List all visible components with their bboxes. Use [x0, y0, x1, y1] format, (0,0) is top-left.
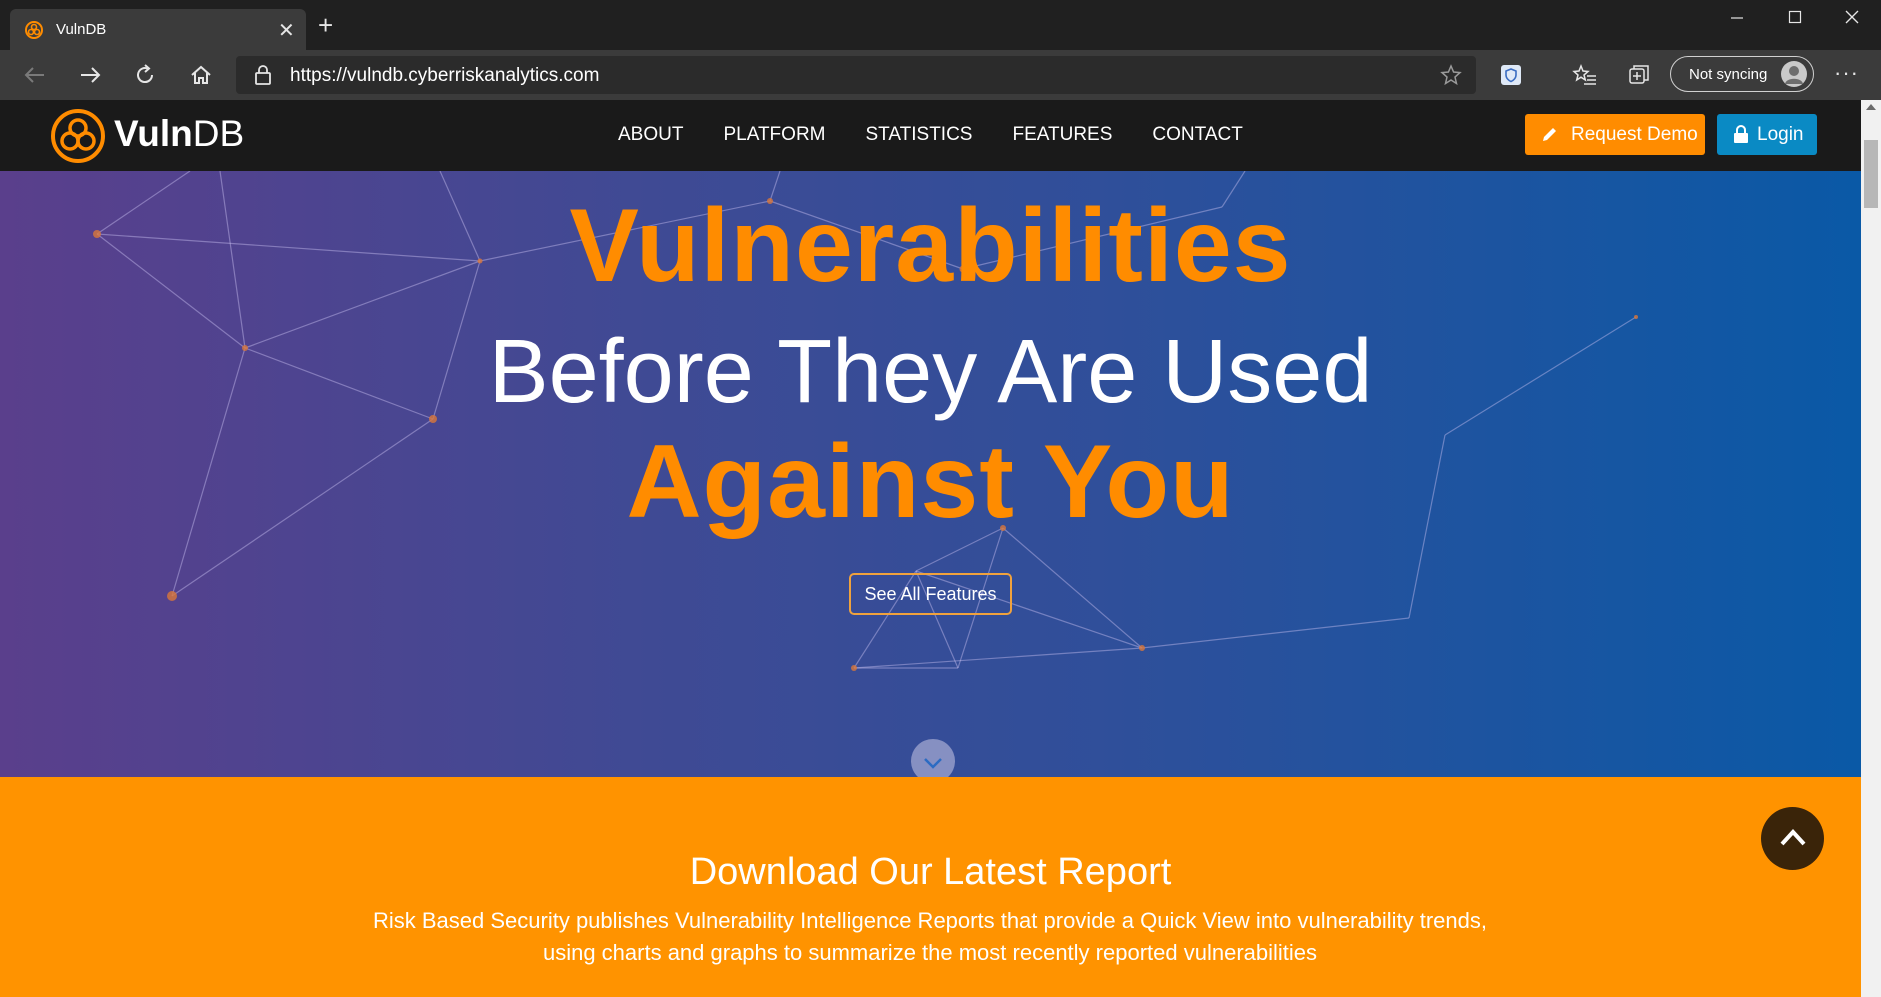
pencil-icon — [1543, 128, 1556, 141]
home-icon[interactable] — [188, 62, 214, 88]
site-logo-text[interactable]: VulnDB — [114, 113, 244, 155]
nav-about[interactable]: ABOUT — [618, 124, 683, 146]
maximize-icon[interactable] — [1780, 8, 1810, 32]
browser-tab[interactable]: VulnDB ✕ — [10, 9, 306, 50]
scroll-down-button[interactable] — [911, 739, 955, 777]
lock-icon — [1734, 125, 1748, 143]
browser-tab-bar: VulnDB ✕ + — [0, 0, 1881, 50]
hero-headline-against: Against You — [626, 424, 1235, 540]
login-label: Login — [1757, 124, 1804, 145]
tab-title: VulnDB — [56, 21, 107, 38]
sync-profile-button[interactable]: Not syncing — [1670, 56, 1814, 92]
minimize-icon[interactable] — [1722, 8, 1752, 32]
back-to-top-button[interactable] — [1761, 807, 1824, 870]
vulndb-favicon-icon — [25, 21, 43, 39]
close-window-icon[interactable] — [1837, 8, 1867, 32]
close-tab-icon[interactable]: ✕ — [278, 18, 295, 43]
profile-avatar-icon — [1781, 61, 1807, 87]
report-title: Download Our Latest Report — [689, 851, 1172, 893]
main-nav: ABOUT PLATFORM STATISTICS FEATURES CONTA… — [618, 124, 1283, 146]
page-scrollbar[interactable] — [1861, 100, 1881, 997]
favorites-list-icon[interactable] — [1572, 62, 1598, 88]
site-header: VulnDB ABOUT PLATFORM STATISTICS FEATURE… — [0, 100, 1861, 171]
hero-headline-vulnerabilities: Vulnerabilities — [569, 188, 1292, 304]
request-demo-label: Request Demo — [1571, 124, 1698, 145]
extension-shield-icon[interactable] — [1498, 62, 1524, 88]
report-section: Download Our Latest Report Risk Based Se… — [0, 777, 1861, 997]
lock-icon[interactable] — [254, 64, 272, 86]
request-demo-button[interactable]: Request Demo — [1525, 114, 1705, 155]
sync-label: Not syncing — [1689, 66, 1768, 83]
more-options-icon[interactable]: ··· — [1834, 60, 1859, 86]
url-text[interactable]: https://vulndb.cyberriskanalytics.com — [290, 65, 599, 87]
hero-section: Vulnerabilities Before They Are Used Aga… — [0, 171, 1861, 777]
forward-arrow-icon[interactable] — [77, 62, 103, 88]
new-tab-button[interactable]: + — [318, 12, 333, 38]
scrollbar-thumb[interactable] — [1864, 140, 1878, 208]
see-all-features-button[interactable]: See All Features — [849, 573, 1012, 615]
hero-headline-before: Before They Are Used — [488, 322, 1373, 422]
scroll-up-arrow-icon[interactable] — [1866, 104, 1876, 110]
browser-toolbar: https://vulndb.cyberriskanalytics.com No… — [0, 50, 1881, 100]
login-button[interactable]: Login — [1717, 114, 1817, 155]
nav-features[interactable]: FEATURES — [1012, 124, 1112, 146]
report-description-line-2: using charts and graphs to summarize the… — [542, 940, 1318, 965]
vulndb-logo-icon[interactable] — [50, 108, 106, 164]
chevron-down-icon — [924, 758, 942, 769]
nav-contact[interactable]: CONTACT — [1152, 124, 1242, 146]
collections-icon[interactable] — [1626, 62, 1652, 88]
nav-platform[interactable]: PLATFORM — [723, 124, 825, 146]
nav-statistics[interactable]: STATISTICS — [866, 124, 973, 146]
favorite-star-icon[interactable] — [1440, 64, 1462, 86]
report-description: Risk Based Security publishes Vulnerabil… — [330, 905, 1530, 969]
page-viewport: VulnDB ABOUT PLATFORM STATISTICS FEATURE… — [0, 100, 1861, 997]
back-arrow-icon[interactable] — [22, 62, 48, 88]
address-bar[interactable]: https://vulndb.cyberriskanalytics.com — [236, 56, 1476, 94]
report-description-line-1: Risk Based Security publishes Vulnerabil… — [372, 908, 1487, 933]
refresh-icon[interactable] — [132, 62, 158, 88]
chevron-up-icon — [1780, 829, 1806, 846]
